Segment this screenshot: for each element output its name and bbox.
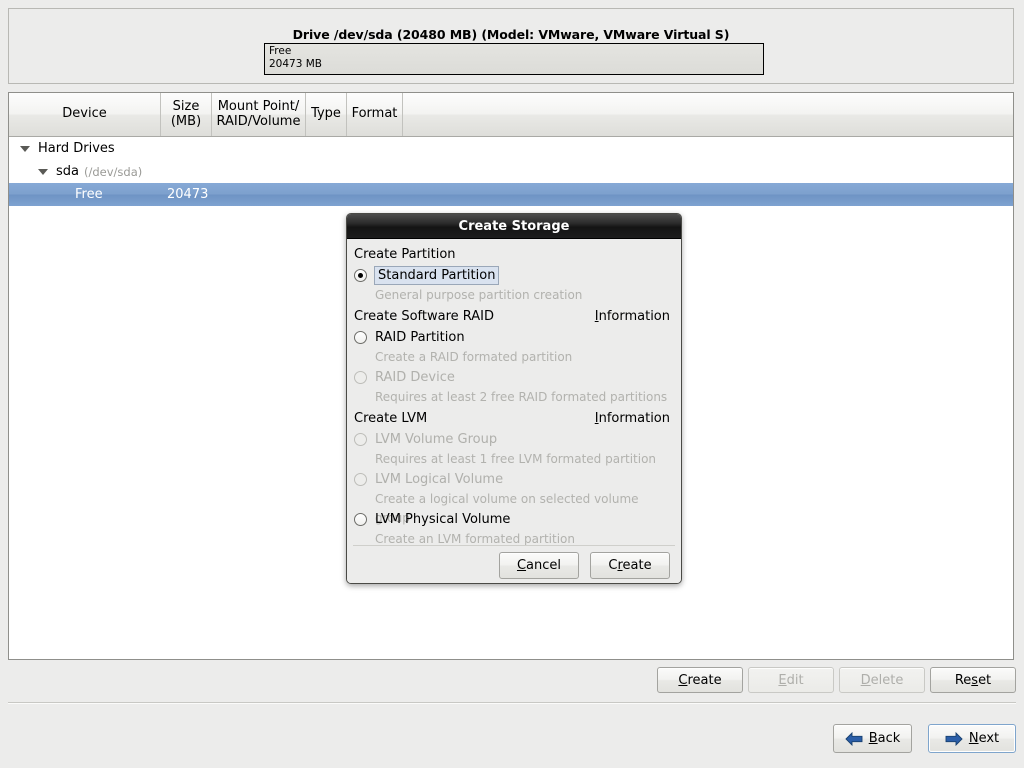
installer-window: Drive /dev/sda (20480 MB) (Model: VMware…	[0, 0, 1024, 768]
option-label-raid-device: RAID Device	[375, 370, 455, 385]
column-header-mountpoint[interactable]: Mount Point/ RAID/Volume	[212, 93, 306, 136]
raid-information-link[interactable]: Information	[595, 307, 674, 327]
tree-row-size-cell: 20473	[167, 187, 209, 202]
device-tree-body: Hard Drives sda (/dev/sda) Free 20473	[9, 137, 1013, 206]
group-title-create-software-raid: Create Software RAID	[354, 309, 495, 324]
table-row[interactable]: sda (/dev/sda)	[9, 160, 1013, 183]
table-row[interactable]: Hard Drives	[9, 137, 1013, 160]
create-button[interactable]: Create	[657, 667, 743, 693]
drive-segment-size: 20473 MB	[269, 58, 323, 70]
option-description-lvm-physical-volume: Create an LVM formated partition	[375, 532, 575, 546]
next-button-label: Next	[968, 731, 1000, 746]
tree-row-label: Hard Drives	[38, 141, 115, 156]
tree-row-device-cell: Hard Drives	[9, 137, 115, 160]
radio-lvm-physical-volume[interactable]	[354, 513, 367, 526]
column-header-size-line2: (MB)	[170, 113, 202, 129]
radio-standard-partition[interactable]	[354, 269, 367, 282]
group-header-create-partition: Create Partition	[354, 245, 674, 265]
radio-lvm-volume-group	[354, 433, 367, 446]
group-header-create-lvm: Create LVM Information	[354, 409, 674, 429]
drive-segment-name: Free	[269, 45, 292, 57]
column-header-mountpoint-line1: Mount Point/	[217, 99, 300, 114]
drive-usage-bar: Free 20473 MB	[264, 43, 764, 75]
drive-overview-panel: Drive /dev/sda (20480 MB) (Model: VMware…	[8, 8, 1014, 84]
column-header-size[interactable]: Size (MB)	[161, 93, 212, 136]
option-description-lvm-volume-group: Requires at least 1 free LVM formated pa…	[375, 452, 657, 466]
column-header-device[interactable]: Device	[9, 93, 161, 136]
column-header-mountpoint-line2: RAID/Volume	[216, 113, 301, 129]
back-button[interactable]: Back	[833, 724, 912, 753]
arrow-left-icon	[845, 731, 863, 746]
dialog-create-label: Create	[608, 558, 652, 573]
option-description-raid-device: Requires at least 2 free RAID formated p…	[375, 390, 668, 404]
option-standard-partition[interactable]: Standard Partition	[354, 265, 674, 286]
option-lvm-volume-group: LVM Volume Group	[354, 429, 674, 450]
column-header-format[interactable]: Format	[347, 93, 403, 136]
tree-row-device-cell: sda (/dev/sda)	[9, 160, 142, 183]
tree-row-label: sda	[56, 164, 79, 179]
option-lvm-logical-volume: LVM Logical Volume	[354, 469, 674, 490]
option-label-lvm-logical-volume: LVM Logical Volume	[375, 472, 504, 487]
radio-raid-device	[354, 371, 367, 384]
option-raid-device: RAID Device	[354, 367, 674, 388]
chevron-down-icon[interactable]	[37, 165, 50, 178]
option-description-raid-partition: Create a RAID formated partition	[375, 350, 573, 364]
option-raid-partition[interactable]: RAID Partition	[354, 327, 674, 348]
dialog-button-row: Cancel Create	[347, 549, 681, 583]
option-label-lvm-physical-volume: LVM Physical Volume	[375, 512, 511, 527]
dialog-body: Create Partition Standard Partition Gene…	[347, 239, 681, 583]
tree-row-device-cell: Free	[9, 183, 103, 206]
drive-segment-free[interactable]: Free 20473 MB	[265, 44, 763, 74]
lvm-information-link[interactable]: Information	[595, 409, 674, 429]
radio-lvm-logical-volume	[354, 473, 367, 486]
tree-row-label: Free	[75, 187, 103, 202]
device-tree-header: Device Size (MB) Mount Point/ RAID/Volum…	[9, 93, 1013, 137]
delete-button[interactable]: Delete	[839, 667, 925, 693]
column-header-type[interactable]: Type	[306, 93, 347, 136]
table-row[interactable]: Free 20473	[9, 183, 1013, 206]
edit-button-label: Edit	[778, 672, 804, 688]
column-header-device-line1: Device	[62, 106, 107, 122]
chevron-down-icon[interactable]	[19, 142, 32, 155]
option-label-lvm-volume-group: LVM Volume Group	[375, 432, 498, 447]
radio-raid-partition[interactable]	[354, 331, 367, 344]
dialog-title-text: Create Storage	[458, 218, 570, 234]
column-header-type-line1: Type	[311, 106, 341, 122]
create-button-label: Create	[678, 672, 722, 688]
column-header-size-line1: Size	[172, 99, 200, 114]
group-title-create-lvm: Create LVM	[354, 411, 428, 426]
option-description-lvm-logical-volume: Create a logical volume on selected volu…	[375, 492, 639, 525]
drive-title: Drive /dev/sda (20480 MB) (Model: VMware…	[292, 27, 730, 42]
dialog-content: Create Partition Standard Partition Gene…	[348, 239, 680, 546]
arrow-right-icon	[945, 731, 963, 746]
option-label-raid-partition: RAID Partition	[375, 330, 465, 345]
dialog-titlebar: Create Storage	[347, 214, 681, 239]
next-button[interactable]: Next	[928, 724, 1016, 753]
dialog-cancel-button[interactable]: Cancel	[499, 552, 579, 579]
delete-button-label: Delete	[860, 672, 904, 688]
footer-divider	[8, 702, 1016, 704]
reset-button-label: Reset	[954, 672, 992, 688]
tree-row-device-path: (/dev/sda)	[84, 164, 143, 179]
group-header-create-software-raid: Create Software RAID Information	[354, 307, 674, 327]
reset-button[interactable]: Reset	[930, 667, 1016, 693]
dialog-cancel-label: Cancel	[516, 558, 562, 573]
back-button-label: Back	[868, 731, 901, 746]
create-storage-dialog: Create Storage Create Partition Standard…	[346, 213, 682, 584]
option-label-standard-partition: Standard Partition	[374, 265, 500, 285]
dialog-button-divider	[353, 545, 675, 546]
option-lvm-physical-volume[interactable]: LVM Physical Volume	[354, 509, 674, 530]
group-title-create-partition: Create Partition	[354, 247, 456, 262]
option-description-standard-partition: General purpose partition creation	[375, 288, 583, 302]
column-header-format-line1: Format	[351, 106, 398, 122]
dialog-create-button[interactable]: Create	[590, 552, 670, 579]
edit-button[interactable]: Edit	[748, 667, 834, 693]
